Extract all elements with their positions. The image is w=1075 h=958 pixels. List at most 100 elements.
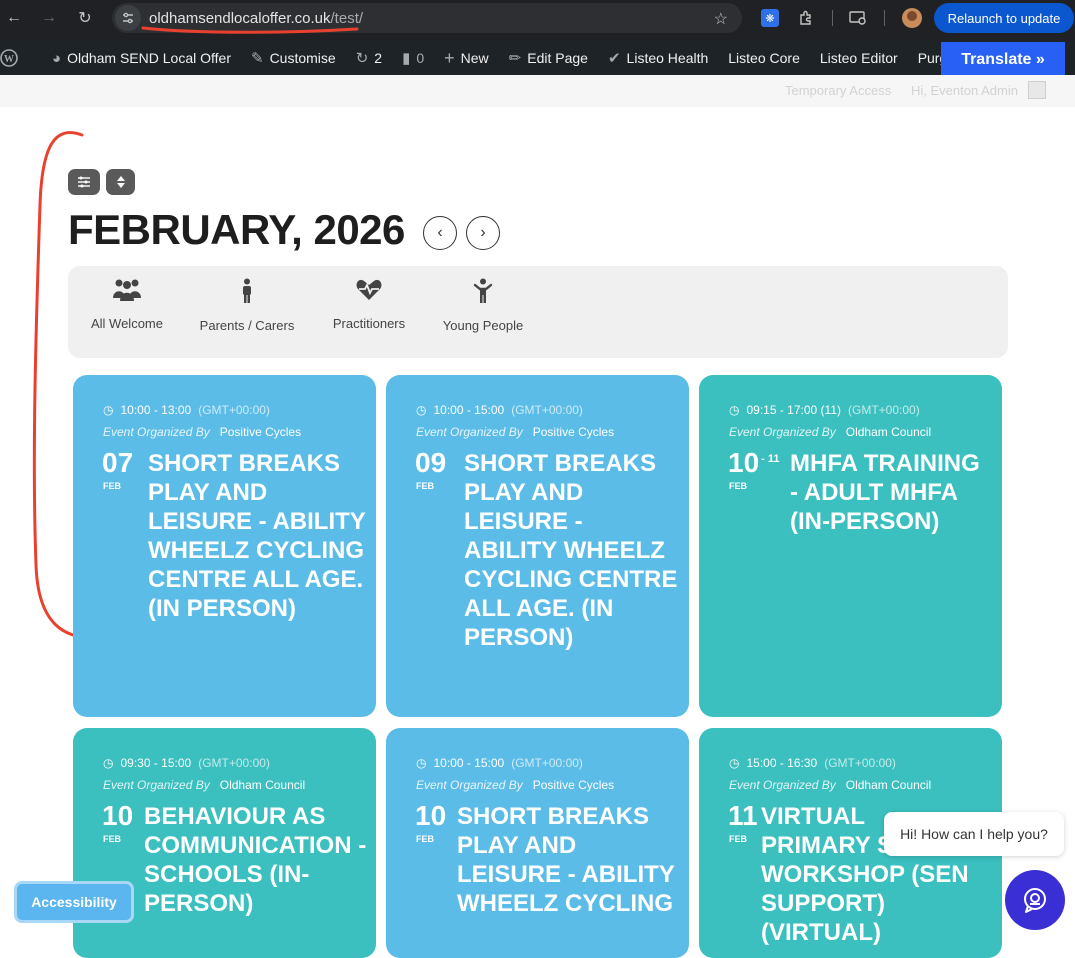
toolbar-divider bbox=[832, 10, 833, 26]
event-time: ◷ 10:00 - 15:00 (GMT+00:00) bbox=[416, 403, 583, 417]
translate-button[interactable]: Translate » bbox=[941, 42, 1065, 78]
event-organizer: Event Organized By Positive Cycles bbox=[416, 778, 615, 792]
event-day: 10 bbox=[415, 800, 447, 831]
filter-label: All Welcome bbox=[90, 316, 163, 331]
chat-prompt[interactable]: Hi! How can I help you? bbox=[884, 812, 1064, 856]
adminbar-edit-page[interactable]: ✏ Edit Page bbox=[509, 49, 588, 67]
event-time: ◷ 10:00 - 13:00 (GMT+00:00) bbox=[103, 403, 270, 417]
child-icon bbox=[473, 278, 493, 303]
filter-label: Practitioners bbox=[332, 316, 406, 331]
forward-icon[interactable]: → bbox=[38, 7, 60, 29]
cast-icon[interactable] bbox=[848, 8, 868, 28]
reload-icon[interactable]: ↻ bbox=[74, 7, 96, 29]
wp-admin-bar: W ◕ Oldham SEND Local Offer ✎ Customise … bbox=[0, 41, 1075, 75]
event-day: 07 bbox=[102, 447, 134, 478]
event-month: FEB bbox=[729, 834, 747, 844]
adminbar-customise[interactable]: ✎ Customise bbox=[251, 49, 336, 67]
adminbar-new[interactable]: + New bbox=[444, 48, 489, 69]
person-icon bbox=[243, 278, 251, 303]
audience-filter-bar: All Welcome Parents / Carers Practitione… bbox=[68, 266, 1008, 358]
clock-icon: ◷ bbox=[416, 756, 427, 770]
event-month: FEB bbox=[103, 481, 121, 491]
url-underline bbox=[141, 26, 359, 34]
event-organizer: Event Organized By Oldham Council bbox=[729, 778, 932, 792]
comment-icon: ▮ bbox=[402, 50, 411, 67]
dashboard-icon: ◕ bbox=[52, 49, 62, 67]
chatbot-icon bbox=[1024, 888, 1046, 913]
event-day-end: - 11 bbox=[761, 453, 780, 465]
back-icon[interactable]: ← bbox=[3, 7, 25, 29]
adminbar-updates[interactable]: ↻ 2 bbox=[356, 49, 382, 67]
user-greeting[interactable]: Hi, Eventon Admin bbox=[911, 83, 1018, 98]
clock-icon: ◷ bbox=[729, 756, 740, 770]
event-day: 11 bbox=[728, 800, 758, 831]
clock-icon: ◷ bbox=[416, 403, 427, 417]
clock-icon: ◷ bbox=[103, 403, 114, 417]
adminbar-listeo-editor[interactable]: Listeo Editor bbox=[820, 50, 898, 66]
user-avatar[interactable] bbox=[1028, 81, 1046, 99]
event-title: SHORT BREAKS PLAY AND LEISURE - ABILITY … bbox=[457, 803, 675, 917]
event-title: MHFA TRAINING - ADULT MHFA (IN-PERSON) bbox=[790, 450, 980, 535]
event-card[interactable]: ◷ 10:00 - 15:00 (GMT+00:00) Event Organize… bbox=[386, 728, 689, 958]
accessibility-button[interactable]: Accessibility bbox=[14, 881, 134, 923]
wordpress-icon[interactable]: W bbox=[0, 49, 20, 67]
svg-text:W: W bbox=[4, 54, 14, 65]
event-card[interactable]: ◷ 09:15 - 17:00 (11) (GMT+00:00) Event Org… bbox=[699, 375, 1002, 717]
filter-settings-button[interactable] bbox=[68, 169, 100, 195]
event-month: FEB bbox=[416, 834, 434, 844]
event-time: ◷ 15:00 - 16:30 (GMT+00:00) bbox=[729, 756, 896, 770]
event-month: FEB bbox=[729, 481, 747, 491]
event-card[interactable]: ◷ 10:00 - 15:00 (GMT+00:00) Event Organize… bbox=[386, 375, 689, 717]
clock-icon: ◷ bbox=[729, 403, 740, 417]
event-card[interactable]: ◷ 10:00 - 13:00 (GMT+00:00) Event Organize… bbox=[73, 375, 376, 717]
event-organizer: Event Organized By Oldham Council bbox=[729, 425, 932, 439]
filter-practitioners[interactable]: Practitioners bbox=[330, 278, 408, 331]
adminbar-listeo-core[interactable]: Listeo Core bbox=[728, 50, 800, 66]
page-subbar: Temporary Access Hi, Eventon Admin bbox=[0, 75, 1075, 107]
check-circle-icon: ✔ bbox=[607, 50, 621, 67]
chat-launcher-button[interactable] bbox=[1005, 870, 1065, 930]
event-day: 10- 11 bbox=[728, 447, 780, 478]
event-organizer: Event Organized By Positive Cycles bbox=[416, 425, 615, 439]
relaunch-button[interactable]: Relaunch to update bbox=[934, 3, 1074, 33]
extension-icon[interactable]: ❋ bbox=[760, 8, 780, 28]
event-time: ◷ 09:15 - 17:00 (11) (GMT+00:00) bbox=[729, 403, 920, 417]
pencil-icon: ✏ bbox=[508, 50, 522, 67]
month-title: FEBRUARY, 2026 bbox=[68, 206, 405, 253]
star-icon[interactable]: ☆ bbox=[714, 9, 728, 29]
toolbar-divider bbox=[884, 10, 885, 26]
adminbar-listeo-health[interactable]: ✔ Listeo Health bbox=[608, 49, 708, 67]
event-day: 09 bbox=[415, 447, 447, 478]
filter-parents-carers[interactable]: Parents / Carers bbox=[198, 278, 296, 333]
previous-month-button[interactable]: ‹ bbox=[423, 216, 457, 250]
adminbar-comments[interactable]: ▮ 0 bbox=[402, 49, 424, 67]
next-month-button[interactable]: › bbox=[466, 216, 500, 250]
event-time: ◷ 10:00 - 15:00 (GMT+00:00) bbox=[416, 756, 583, 770]
filter-all-welcome[interactable]: All Welcome bbox=[90, 278, 164, 331]
filter-young-people[interactable]: Young People bbox=[441, 278, 525, 333]
puzzle-icon[interactable] bbox=[796, 8, 816, 28]
event-title: BEHAVIOUR AS COMMUNICATION - SCHOOLS (IN… bbox=[144, 803, 367, 917]
temporary-access-link[interactable]: Temporary Access bbox=[785, 83, 891, 98]
event-card[interactable]: ◷ 09:30 - 15:00 (GMT+00:00) Event Organize… bbox=[73, 728, 376, 958]
sort-button[interactable] bbox=[106, 169, 135, 195]
paintbrush-icon: ✎ bbox=[250, 50, 264, 67]
heartbeat-icon bbox=[356, 279, 382, 300]
event-organizer: Event Organized By Positive Cycles bbox=[103, 425, 302, 439]
site-info-icon[interactable] bbox=[115, 5, 141, 31]
event-month: FEB bbox=[103, 834, 121, 844]
event-day: 10 bbox=[102, 800, 134, 831]
event-month: FEB bbox=[416, 481, 434, 491]
event-organizer: Event Organized By Oldham Council bbox=[103, 778, 306, 792]
event-title: SHORT BREAKS PLAY AND LEISURE - ABILITY … bbox=[148, 450, 366, 622]
adminbar-site-name[interactable]: ◕ Oldham SEND Local Offer bbox=[52, 50, 231, 67]
profile-avatar[interactable] bbox=[902, 8, 922, 28]
plus-icon: + bbox=[444, 47, 455, 68]
filter-label: Parents / Carers bbox=[199, 318, 295, 333]
event-title: SHORT BREAKS PLAY AND LEISURE - ABILITY … bbox=[464, 450, 678, 651]
event-time: ◷ 09:30 - 15:00 (GMT+00:00) bbox=[103, 756, 270, 770]
clock-icon: ◷ bbox=[103, 756, 114, 770]
group-icon bbox=[113, 279, 141, 301]
updates-icon: ↻ bbox=[355, 50, 369, 67]
filter-label: Young People bbox=[442, 318, 524, 333]
